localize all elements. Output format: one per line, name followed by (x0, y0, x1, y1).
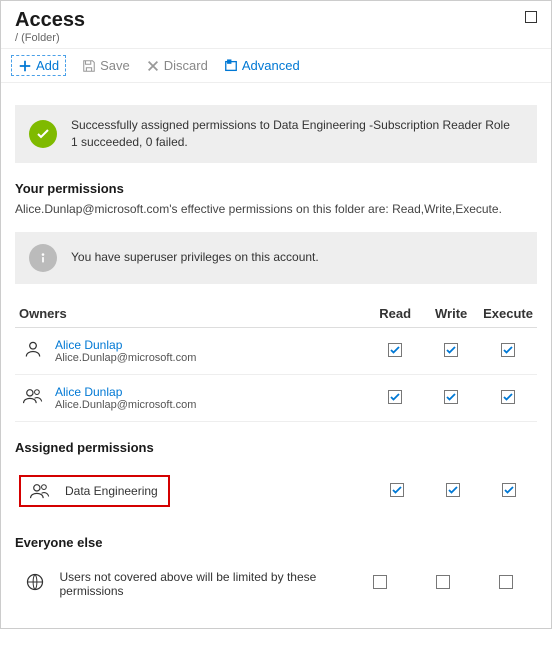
users-icon (22, 386, 44, 406)
execute-checkbox[interactable] (502, 483, 516, 497)
everyone-title: Everyone else (1, 531, 551, 554)
owners-table: Owners Read Write Execute Alice DunlapAl… (15, 298, 537, 422)
your-permissions-sub: Alice.Dunlap@microsoft.com's effective p… (1, 200, 551, 224)
plus-icon (18, 59, 32, 73)
col-write: Write (423, 298, 479, 328)
advanced-button[interactable]: Advanced (224, 58, 300, 73)
your-permissions-title: Your permissions (1, 177, 551, 200)
owner-name[interactable]: Alice Dunlap (55, 385, 363, 399)
maximize-icon[interactable] (525, 11, 537, 23)
toolbar: Add Save Discard Advanced (1, 48, 551, 83)
highlighted-assignment: Data Engineering (19, 475, 170, 507)
col-owners: Owners (15, 298, 367, 328)
breadcrumb: / (Folder) (15, 32, 537, 44)
advanced-icon (224, 59, 238, 73)
owner-email: Alice.Dunlap@microsoft.com (55, 352, 363, 364)
execute-checkbox[interactable] (501, 390, 515, 404)
read-checkbox[interactable] (373, 575, 387, 589)
write-checkbox[interactable] (446, 483, 460, 497)
assigned-table: Data Engineering (15, 465, 537, 517)
read-checkbox[interactable] (388, 343, 402, 357)
everyone-desc: Users not covered above will be limited … (56, 560, 349, 608)
read-checkbox[interactable] (390, 483, 404, 497)
read-checkbox[interactable] (388, 390, 402, 404)
table-row: Alice DunlapAlice.Dunlap@microsoft.com (15, 374, 537, 421)
info-circle-icon (29, 244, 57, 272)
owner-name[interactable]: Alice Dunlap (55, 338, 363, 352)
success-text-1: Successfully assigned permissions to Dat… (71, 117, 510, 134)
success-text-2: 1 succeeded, 0 failed. (71, 134, 510, 151)
globe-icon (25, 572, 45, 592)
user-icon (23, 339, 43, 359)
write-checkbox[interactable] (436, 575, 450, 589)
assigned-name[interactable]: Data Engineering (65, 484, 158, 498)
write-checkbox[interactable] (444, 343, 458, 357)
info-text: You have superuser privileges on this ac… (71, 249, 319, 266)
owner-email: Alice.Dunlap@microsoft.com (55, 399, 363, 411)
page-title: Access (15, 9, 537, 32)
x-icon (146, 59, 160, 73)
col-read: Read (367, 298, 423, 328)
everyone-table: Users not covered above will be limited … (15, 560, 537, 608)
discard-button[interactable]: Discard (146, 58, 208, 73)
users-icon (29, 481, 51, 501)
assigned-title: Assigned permissions (1, 436, 551, 459)
save-button[interactable]: Save (82, 58, 130, 73)
write-checkbox[interactable] (444, 390, 458, 404)
save-icon (82, 59, 96, 73)
execute-checkbox[interactable] (501, 343, 515, 357)
info-banner: You have superuser privileges on this ac… (15, 232, 537, 284)
add-button[interactable]: Add (11, 55, 66, 76)
execute-checkbox[interactable] (499, 575, 513, 589)
success-banner: Successfully assigned permissions to Dat… (15, 105, 537, 163)
check-circle-icon (29, 120, 57, 148)
table-row: Alice DunlapAlice.Dunlap@microsoft.com (15, 327, 537, 374)
table-row: Data Engineering (15, 465, 537, 517)
col-execute: Execute (479, 298, 537, 328)
panel-header: Access / (Folder) (1, 1, 551, 48)
table-row: Users not covered above will be limited … (15, 560, 537, 608)
